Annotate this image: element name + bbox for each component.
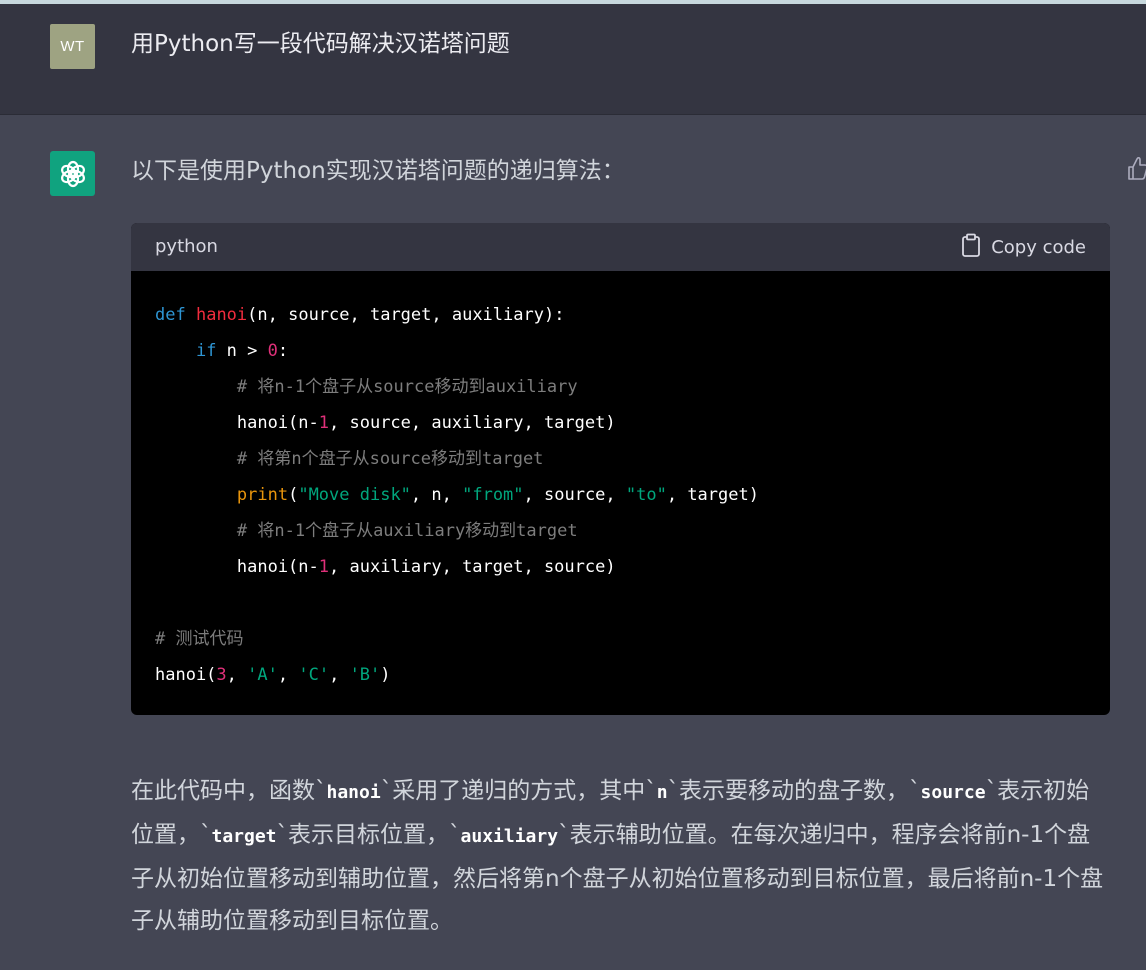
inline-code: source: [920, 782, 986, 803]
code-token: "to": [625, 485, 667, 505]
code-token: hanoi: [195, 305, 248, 325]
code-token: , n,: [410, 485, 463, 505]
user-avatar: WT: [50, 24, 95, 69]
code-token: , source,: [523, 485, 626, 505]
copy-code-label: Copy code: [991, 236, 1086, 258]
code-token: "Move disk": [298, 485, 411, 505]
code-token: hanoi(n-: [155, 557, 319, 577]
code-token: (: [288, 485, 299, 505]
code-token: ,: [329, 665, 350, 685]
explanation-segment: `采用了递归的方式，其中`: [380, 778, 657, 804]
code-token: def: [155, 305, 186, 325]
code-line: print("Move disk", n, "from", source, "t…: [155, 477, 1110, 513]
code-token: , target): [666, 485, 759, 505]
clipboard-icon: [961, 233, 981, 262]
code-line: # 将第n个盘子从source移动到target: [155, 441, 1110, 477]
inline-code: target: [211, 826, 277, 847]
code-token: # 将n-1个盘子从source移动到auxiliary: [236, 377, 578, 397]
code-token: # 将n-1个盘子从auxiliary移动到target: [236, 521, 578, 541]
code-token: hanoi(n-: [155, 413, 319, 433]
explanation-segment: `表示目标位置，`: [276, 822, 461, 848]
code-token: ,: [226, 665, 248, 685]
code-token: :: [277, 341, 289, 361]
code-token: 0: [267, 341, 278, 361]
assistant-intro-text: 以下是使用Python实现汉诺塔问题的递归算法：: [131, 158, 625, 184]
code-token: # 将第n个盘子从source移动到target: [236, 449, 544, 469]
inline-code: auxiliary: [460, 826, 559, 847]
code-token: , auxiliary, target, source): [329, 557, 616, 577]
code-token: if: [195, 341, 217, 361]
code-token: 1: [318, 413, 330, 433]
code-token: 3: [216, 665, 227, 685]
code-token: , source, auxiliary, target): [329, 413, 616, 433]
assistant-message-row: 以下是使用Python实现汉诺塔问题的递归算法： python Copy cod…: [0, 115, 1146, 970]
code-token: (n, source, target, auxiliary):: [247, 305, 565, 325]
code-line: def hanoi(n, source, target, auxiliary):: [155, 297, 1110, 333]
code-block: python Copy code def hanoi(n, source, ta…: [131, 223, 1110, 715]
code-token: # 测试代码: [155, 629, 244, 649]
explanation-segment: 在此代码中，函数`: [131, 778, 327, 804]
code-token: 1: [318, 557, 330, 577]
code-token: 'B': [349, 665, 381, 685]
code-line: hanoi(n-1, auxiliary, target, source): [155, 549, 1110, 585]
code-token: print: [236, 485, 289, 505]
code-token: ,: [277, 665, 299, 685]
code-line: if n > 0:: [155, 333, 1110, 369]
inline-code: hanoi: [326, 782, 381, 803]
openai-logo-icon: [50, 151, 95, 196]
inline-code: n: [656, 782, 668, 803]
code-language-label: python: [155, 236, 218, 257]
user-message-row: WT 用Python写一段代码解决汉诺塔问题: [0, 4, 1146, 115]
code-line: hanoi(3, 'A', 'C', 'B'): [155, 657, 1110, 693]
code-line: hanoi(n-1, source, auxiliary, target): [155, 405, 1110, 441]
explanation-segment: `表示要移动的盘子数，`: [667, 778, 921, 804]
user-message-text: 用Python写一段代码解决汉诺塔问题: [131, 31, 510, 57]
code-token: "from": [462, 485, 524, 505]
code-token: 'A': [247, 665, 278, 685]
code-line: # 将n-1个盘子从source移动到auxiliary: [155, 369, 1110, 405]
assistant-explanation-text: 在此代码中，函数`hanoi`采用了递归的方式，其中`n`表示要移动的盘子数，`…: [131, 770, 1111, 942]
code-block-header: python Copy code: [131, 223, 1110, 271]
code-content: def hanoi(n, source, target, auxiliary):…: [131, 271, 1110, 693]
code-token: ): [380, 665, 391, 685]
code-line: # 测试代码: [155, 621, 1110, 657]
code-line: # 将n-1个盘子从auxiliary移动到target: [155, 513, 1110, 549]
code-token: hanoi(: [155, 665, 217, 685]
code-token: n >: [216, 341, 268, 361]
thumbs-up-icon[interactable]: [1126, 155, 1146, 181]
code-token: 'C': [298, 665, 330, 685]
copy-code-button[interactable]: Copy code: [961, 233, 1086, 261]
